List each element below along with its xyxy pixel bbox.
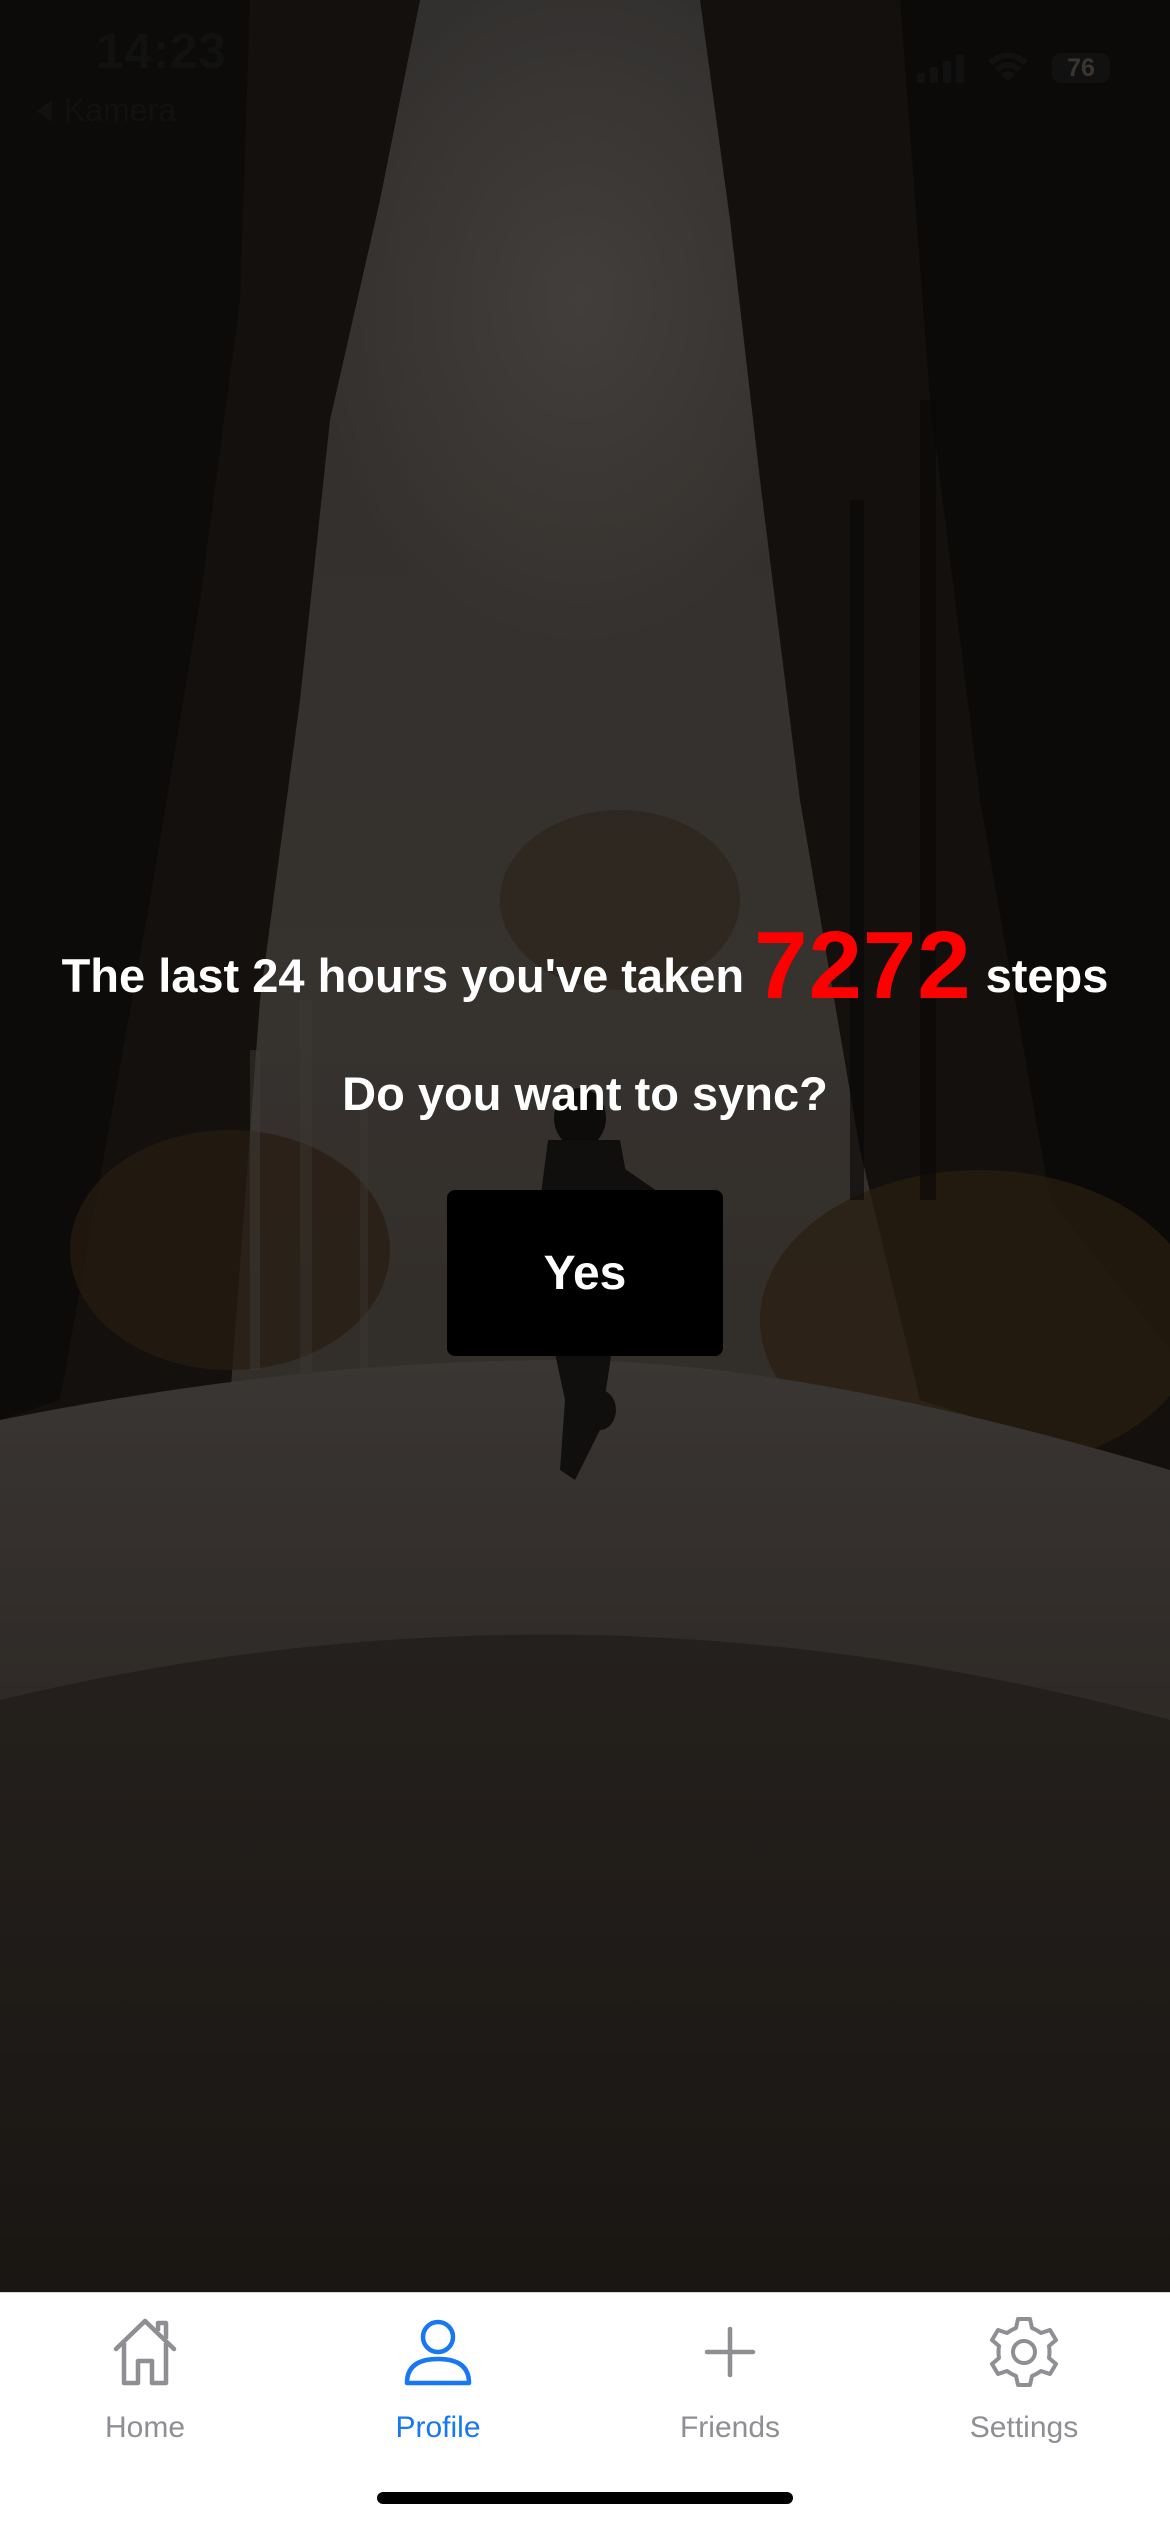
yes-sync-button[interactable]: Yes	[447, 1190, 723, 1356]
back-to-app-link[interactable]: Kamera	[36, 92, 176, 129]
tab-settings-label: Settings	[969, 2411, 1079, 2444]
step-count: 7272	[754, 912, 972, 1019]
tab-profile[interactable]: Profile	[338, 2313, 538, 2445]
plus-icon	[704, 2326, 756, 2378]
battery-indicator: 76	[1052, 53, 1110, 83]
status-indicators: 76	[917, 52, 1110, 84]
steps-suffix-text: steps	[985, 949, 1109, 1002]
profile-icon	[404, 2319, 472, 2386]
sync-question: Do you want to sync?	[342, 1067, 828, 1120]
home-icon	[113, 2318, 177, 2386]
tab-friends-label: Friends	[679, 2411, 781, 2444]
wifi-icon	[988, 52, 1028, 82]
tab-settings[interactable]: Settings	[924, 2313, 1124, 2445]
app-screen: 14:23 Kamera 76 The last 24 hours you've…	[0, 0, 1170, 2532]
back-app-label: Kamera	[64, 92, 177, 128]
tab-home-label: Home	[104, 2411, 186, 2444]
gear-icon	[990, 2317, 1058, 2387]
background-dim-overlay	[0, 0, 1170, 2292]
steps-prefix-text: The last 24 hours you've taken	[61, 949, 745, 1002]
home-indicator[interactable]	[377, 2492, 793, 2504]
cellular-signal-icon	[917, 53, 964, 83]
tab-home[interactable]: Home	[45, 2313, 245, 2445]
status-time: 14:23	[96, 23, 227, 79]
sync-prompt: The last 24 hours you've taken 7272 steps …	[0, 918, 1170, 1121]
tab-profile-label: Profile	[395, 2411, 481, 2444]
tab-friends[interactable]: Friends	[630, 2313, 830, 2445]
back-arrow-icon	[36, 99, 52, 122]
steps-summary: The last 24 hours you've taken 7272 steps	[0, 918, 1170, 1014]
